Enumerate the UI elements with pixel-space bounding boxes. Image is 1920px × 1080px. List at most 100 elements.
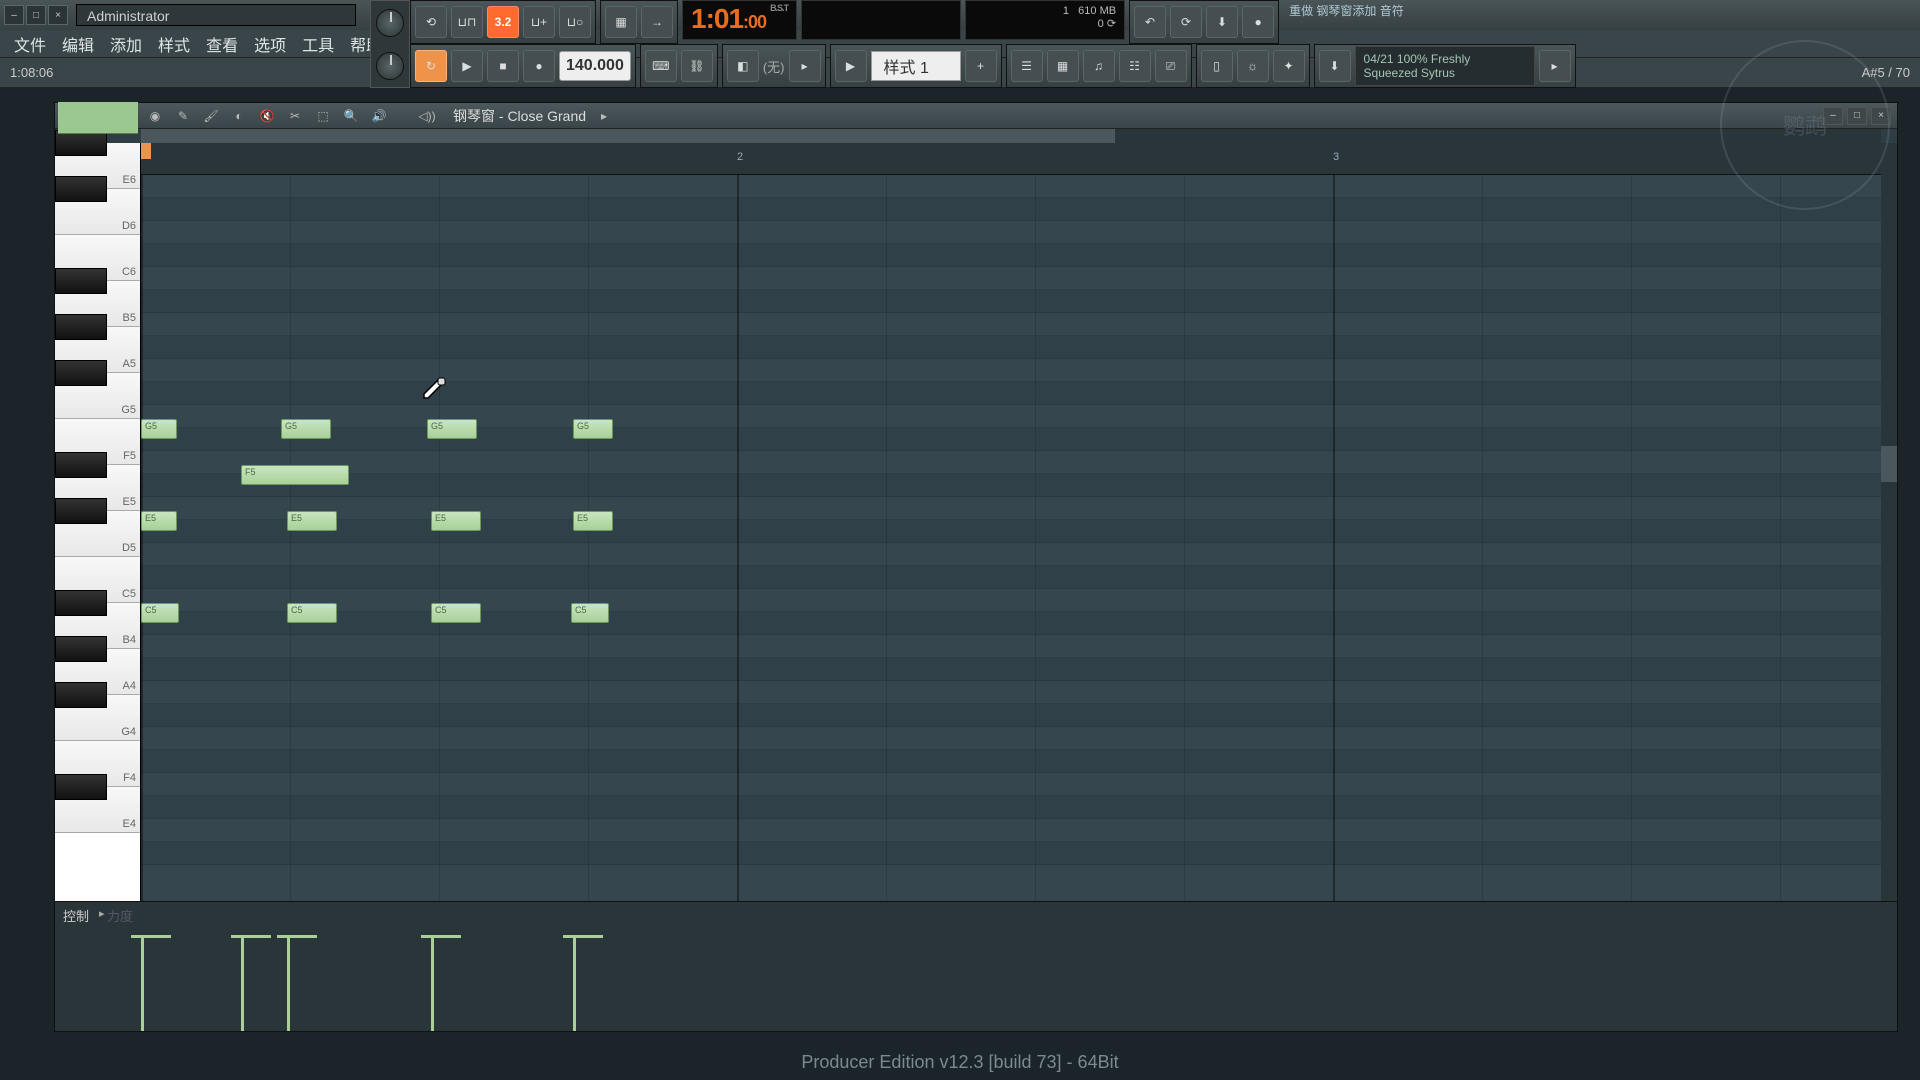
preset-prev-btn[interactable]: ⬇	[1319, 50, 1351, 82]
grid-row[interactable]	[141, 842, 1897, 865]
menu-tools[interactable]: 工具	[294, 29, 342, 59]
grid-row[interactable]	[141, 727, 1897, 750]
grid-row[interactable]	[141, 474, 1897, 497]
note-E5[interactable]: E5	[141, 511, 177, 531]
pr-tool-stamp[interactable]: ◉	[145, 106, 165, 126]
snap-btn[interactable]: ⊔⊓	[451, 6, 483, 38]
note-E5[interactable]: E5	[287, 511, 337, 531]
black-key[interactable]	[55, 682, 107, 708]
hscroll-handle[interactable]	[141, 129, 1115, 143]
grid-row[interactable]	[141, 244, 1897, 267]
note-G5[interactable]: G5	[141, 419, 177, 439]
view-stepseq-btn[interactable]: ▦	[1047, 50, 1079, 82]
velocity-bar[interactable]	[241, 937, 244, 1031]
grid-row[interactable]	[141, 451, 1897, 474]
menu-options[interactable]: 选项	[246, 29, 294, 59]
grid-row[interactable]	[141, 497, 1897, 520]
grid-row[interactable]	[141, 796, 1897, 819]
grid-row[interactable]	[141, 313, 1897, 336]
grid-row[interactable]	[141, 681, 1897, 704]
metronome-btn[interactable]: 3.2	[487, 6, 519, 38]
note-C5[interactable]: C5	[431, 603, 481, 623]
black-key[interactable]	[55, 360, 107, 386]
tempo-field[interactable]: 140.000	[559, 51, 631, 81]
master-pitch-knob[interactable]	[376, 52, 404, 80]
velocity-bar[interactable]	[573, 937, 576, 1031]
pr-minimize[interactable]: –	[1823, 107, 1843, 125]
note-C5[interactable]: C5	[141, 603, 179, 623]
note-G5[interactable]: G5	[573, 419, 613, 439]
grid-row[interactable]	[141, 221, 1897, 244]
pat-song-toggle[interactable]: ⟲	[415, 6, 447, 38]
black-key[interactable]	[55, 774, 107, 800]
pr-tool-zoom[interactable]: 🔍	[341, 106, 361, 126]
pr-corner-overview[interactable]	[58, 102, 138, 134]
render-btn[interactable]: ●	[1242, 6, 1274, 38]
pr-tool-paint[interactable]: 🖌	[201, 106, 221, 126]
grid-row[interactable]	[141, 382, 1897, 405]
grid-row[interactable]	[141, 198, 1897, 221]
menu-add[interactable]: 添加	[102, 29, 150, 59]
pr-close[interactable]: ×	[1871, 107, 1891, 125]
pr-tool-slice[interactable]: ✂	[285, 106, 305, 126]
view-playlist-btn[interactable]: ☰	[1011, 50, 1043, 82]
sys-restore[interactable]: □	[26, 5, 46, 25]
sys-close[interactable]: ×	[48, 5, 68, 25]
grid-row[interactable]	[141, 267, 1897, 290]
grid-row[interactable]	[141, 520, 1897, 543]
master-volume-knob[interactable]	[376, 9, 404, 37]
step-edit-btn[interactable]: ▦	[605, 6, 637, 38]
grid-row[interactable]	[141, 175, 1897, 198]
plugin-btn-1[interactable]: ▯	[1201, 50, 1233, 82]
black-key[interactable]	[55, 498, 107, 524]
velocity-bar[interactable]	[141, 937, 144, 1031]
note-E5[interactable]: E5	[573, 511, 613, 531]
black-key[interactable]	[55, 590, 107, 616]
sys-minimize[interactable]: –	[4, 5, 24, 25]
note-C5[interactable]: C5	[287, 603, 337, 623]
pr-tool-mute[interactable]: 🔇	[257, 106, 277, 126]
black-key[interactable]	[55, 636, 107, 662]
view-mixer-btn[interactable]: ⎚	[1155, 50, 1187, 82]
note-G5[interactable]: G5	[427, 419, 477, 439]
velocity-bar[interactable]	[287, 937, 290, 1031]
grid-row[interactable]	[141, 612, 1897, 635]
menu-view[interactable]: 查看	[198, 29, 246, 59]
undo-history-btn[interactable]: ↶	[1134, 6, 1166, 38]
pattern-play-btn[interactable]: ▶	[835, 50, 867, 82]
timeline[interactable]: 2 3	[141, 143, 1897, 175]
pr-tool-select[interactable]: ⬚	[313, 106, 333, 126]
pr-tool-playback[interactable]: 🔊	[369, 106, 389, 126]
record-btn[interactable]: ●	[523, 50, 555, 82]
redo-btn[interactable]: ⟳	[1170, 6, 1202, 38]
grid-row[interactable]	[141, 290, 1897, 313]
grid-row[interactable]	[141, 635, 1897, 658]
piano-keyboard[interactable]: E6D6C6B5A5G5F5E5D5C5B4A4G4F4E4	[55, 143, 141, 901]
black-key[interactable]	[55, 176, 107, 202]
menu-file[interactable]: 文件	[6, 29, 54, 59]
pr-channel-next[interactable]: ▸	[594, 106, 614, 126]
link-btn[interactable]: ⛓	[681, 50, 713, 82]
black-key[interactable]	[55, 268, 107, 294]
playhead-marker[interactable]	[141, 143, 151, 159]
vscroll-handle[interactable]	[1881, 446, 1897, 482]
pattern-add-btn[interactable]: +	[965, 50, 997, 82]
typing-kb-btn[interactable]: ⌨	[645, 50, 677, 82]
note-C5[interactable]: C5	[571, 603, 609, 623]
loop-btn[interactable]: ↻	[415, 50, 447, 82]
plugin-btn-2[interactable]: ☼	[1237, 50, 1269, 82]
blend-btn[interactable]: →	[641, 6, 673, 38]
pr-tool-draw[interactable]: ✎	[173, 106, 193, 126]
grid-row[interactable]	[141, 405, 1897, 428]
play-btn[interactable]: ▶	[451, 50, 483, 82]
countdown-btn[interactable]: ⊔○	[559, 6, 591, 38]
plugin-btn-3[interactable]: ✦	[1273, 50, 1305, 82]
grid-row[interactable]	[141, 819, 1897, 842]
save-btn[interactable]: ⬇	[1206, 6, 1238, 38]
black-key[interactable]	[55, 452, 107, 478]
grid-row[interactable]	[141, 658, 1897, 681]
velocity-bar[interactable]	[431, 937, 434, 1031]
grid-row[interactable]	[141, 750, 1897, 773]
grid-row[interactable]	[141, 704, 1897, 727]
arrow-btn[interactable]: ▸	[789, 50, 821, 82]
